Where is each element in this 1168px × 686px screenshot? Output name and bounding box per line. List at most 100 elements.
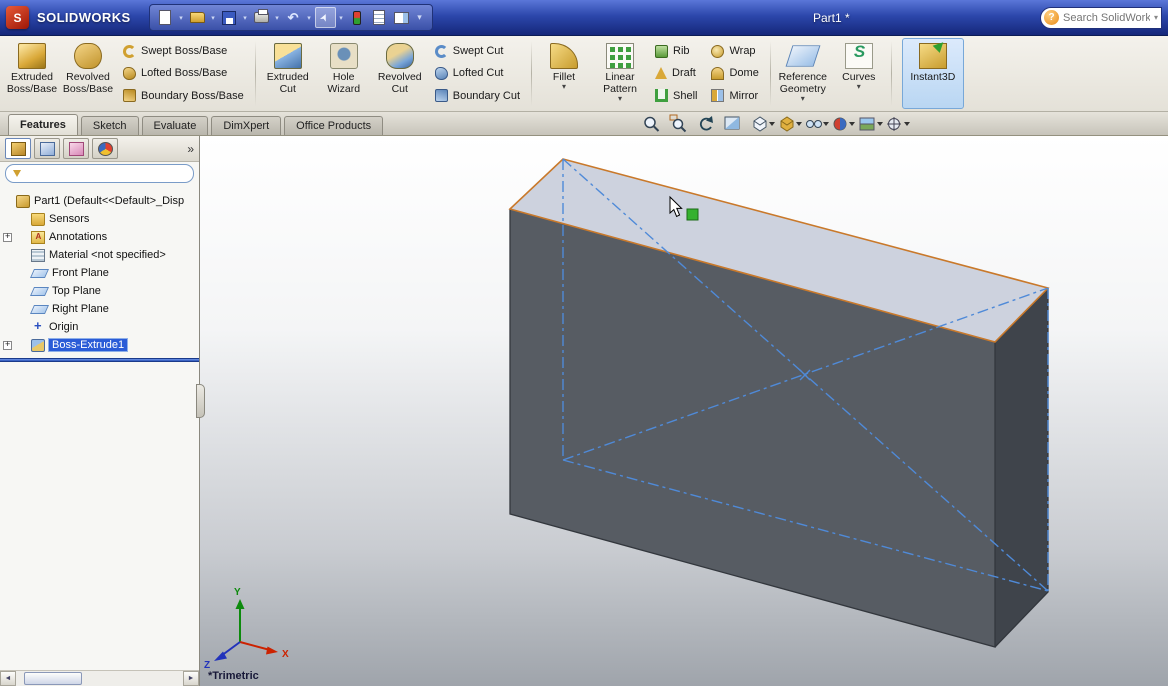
section-view-icon[interactable] [725, 117, 739, 129]
mirror-button[interactable]: Mirror [706, 86, 763, 106]
zoom-fit-icon[interactable] [645, 118, 659, 132]
extruded-boss-base-button[interactable]: Extruded Boss/Base [4, 38, 60, 109]
tree-item-right-plane[interactable]: Right Plane [0, 300, 199, 318]
wrap-button[interactable]: Wrap [706, 41, 763, 61]
print-dropdown[interactable] [273, 14, 282, 22]
toolbar-options-chevron[interactable] [413, 12, 427, 23]
scrollbar-thumb[interactable] [24, 672, 82, 685]
panel-expand-chevron[interactable] [187, 143, 194, 155]
display-style-icon[interactable] [781, 117, 802, 131]
reference-triad: Y X Z [204, 587, 289, 671]
tree-item-boss-extrude1[interactable]: Boss-Extrude1 [0, 336, 199, 354]
search-help-icon[interactable] [1044, 10, 1059, 25]
draft-button[interactable]: Draft [650, 63, 702, 83]
display-pane-button[interactable] [391, 7, 412, 28]
tree-item-material[interactable]: Material <not specified> [0, 246, 199, 264]
tab-office-products[interactable]: Office Products [284, 116, 383, 135]
search-input[interactable] [1063, 12, 1150, 24]
save-button[interactable] [219, 7, 240, 28]
extruded-cut-button[interactable]: Extruded Cut [260, 38, 316, 109]
open-button[interactable] [187, 7, 208, 28]
revolved-boss-base-button[interactable]: Revolved Boss/Base [60, 38, 116, 109]
new-document-dropdown[interactable] [177, 14, 186, 22]
dropdown-caret[interactable] [796, 122, 802, 126]
tree-item-part-root[interactable]: Part1 (Default<<Default>_Disp [0, 192, 199, 210]
displaymanager-tab[interactable] [92, 138, 118, 159]
edit-appearance-icon[interactable] [834, 118, 855, 130]
featuremanager-tab[interactable] [5, 138, 31, 159]
hole-wizard-button[interactable]: Hole Wizard [316, 38, 372, 109]
box-right-face[interactable] [995, 288, 1048, 647]
open-dropdown[interactable] [209, 14, 218, 22]
swept-cut-button[interactable]: Swept Cut [430, 41, 525, 61]
boundary-cut-icon [435, 89, 448, 102]
hide-show-items-icon[interactable] [807, 121, 830, 128]
linear-pattern-button[interactable]: Linear Pattern [592, 38, 648, 109]
dome-button[interactable]: Dome [706, 63, 763, 83]
tree-filter-input[interactable] [26, 168, 186, 180]
undo-dropdown[interactable] [305, 14, 314, 22]
panel-horizontal-scrollbar[interactable] [0, 670, 199, 686]
undo-button[interactable] [283, 7, 304, 28]
display-pane-icon [394, 12, 409, 24]
propertymanager-tab[interactable] [34, 138, 60, 159]
tree-item-sensors[interactable]: Sensors [0, 210, 199, 228]
tree-item-front-plane[interactable]: Front Plane [0, 264, 199, 282]
rebuild-button[interactable] [347, 7, 368, 28]
apply-scene-icon[interactable] [860, 118, 883, 130]
tab-features[interactable]: Features [8, 114, 78, 135]
dropdown-caret[interactable] [769, 122, 775, 126]
curves-button[interactable]: Curves [831, 38, 887, 109]
configurationmanager-tab[interactable] [63, 138, 89, 159]
panel-splitter-handle[interactable] [196, 384, 205, 418]
tree-item-top-plane[interactable]: Top Plane [0, 282, 199, 300]
annotations-icon [31, 231, 45, 244]
view-orientation-icon[interactable] [754, 117, 775, 131]
instant3d-drag-handle[interactable] [687, 209, 698, 220]
tab-dimxpert[interactable]: DimXpert [211, 116, 281, 135]
dropdown-caret[interactable] [823, 122, 829, 126]
boundary-boss-base-button[interactable]: Boundary Boss/Base [118, 86, 249, 106]
part-icon [16, 195, 30, 208]
view-settings-icon[interactable] [887, 117, 910, 131]
instant3d-button[interactable]: Instant3D [902, 38, 964, 109]
expand-box[interactable] [3, 233, 12, 242]
select-button[interactable] [315, 7, 336, 28]
print-button[interactable] [251, 7, 272, 28]
rib-button[interactable]: Rib [650, 41, 702, 61]
dropdown-caret[interactable] [849, 122, 855, 126]
swept-boss-base-button[interactable]: Swept Boss/Base [118, 41, 249, 61]
previous-view-icon[interactable] [701, 116, 713, 130]
zoom-area-icon[interactable] [670, 115, 686, 132]
tree-filter-box[interactable] [5, 164, 194, 183]
graphics-area[interactable]: Y X Z *Trimetric [200, 136, 1168, 686]
dropdown-caret[interactable] [904, 122, 910, 126]
tree-item-annotations[interactable]: Annotations [0, 228, 199, 246]
select-dropdown[interactable] [337, 14, 346, 22]
dropdown-caret[interactable] [877, 122, 883, 126]
shell-button[interactable]: Shell [650, 86, 702, 106]
expand-box[interactable] [3, 341, 12, 350]
lofted-cut-button[interactable]: Lofted Cut [430, 63, 525, 83]
tab-evaluate[interactable]: Evaluate [142, 116, 209, 135]
boundary-cut-button[interactable]: Boundary Cut [430, 86, 525, 106]
scroll-left-button[interactable] [0, 671, 16, 686]
file-properties-button[interactable] [369, 7, 390, 28]
fillet-button[interactable]: Fillet [536, 38, 592, 109]
linear-pattern-icon [606, 43, 634, 69]
search-box[interactable] [1040, 7, 1162, 29]
filter-icon [13, 170, 21, 177]
revolved-cut-button[interactable]: Revolved Cut [372, 38, 428, 109]
scroll-right-button[interactable] [183, 671, 199, 686]
mirror-icon [711, 89, 724, 102]
view-orientation-label: *Trimetric [208, 670, 259, 682]
save-dropdown[interactable] [241, 14, 250, 22]
tree-item-origin[interactable]: Origin [0, 318, 199, 336]
swept-cut-icon [435, 45, 448, 58]
lofted-boss-icon [123, 67, 136, 80]
reference-geometry-button[interactable]: Reference Geometry [775, 38, 831, 109]
search-dropdown-caret[interactable] [1154, 13, 1158, 22]
tab-sketch[interactable]: Sketch [81, 116, 139, 135]
new-document-button[interactable] [155, 7, 176, 28]
lofted-boss-base-button[interactable]: Lofted Boss/Base [118, 63, 249, 83]
